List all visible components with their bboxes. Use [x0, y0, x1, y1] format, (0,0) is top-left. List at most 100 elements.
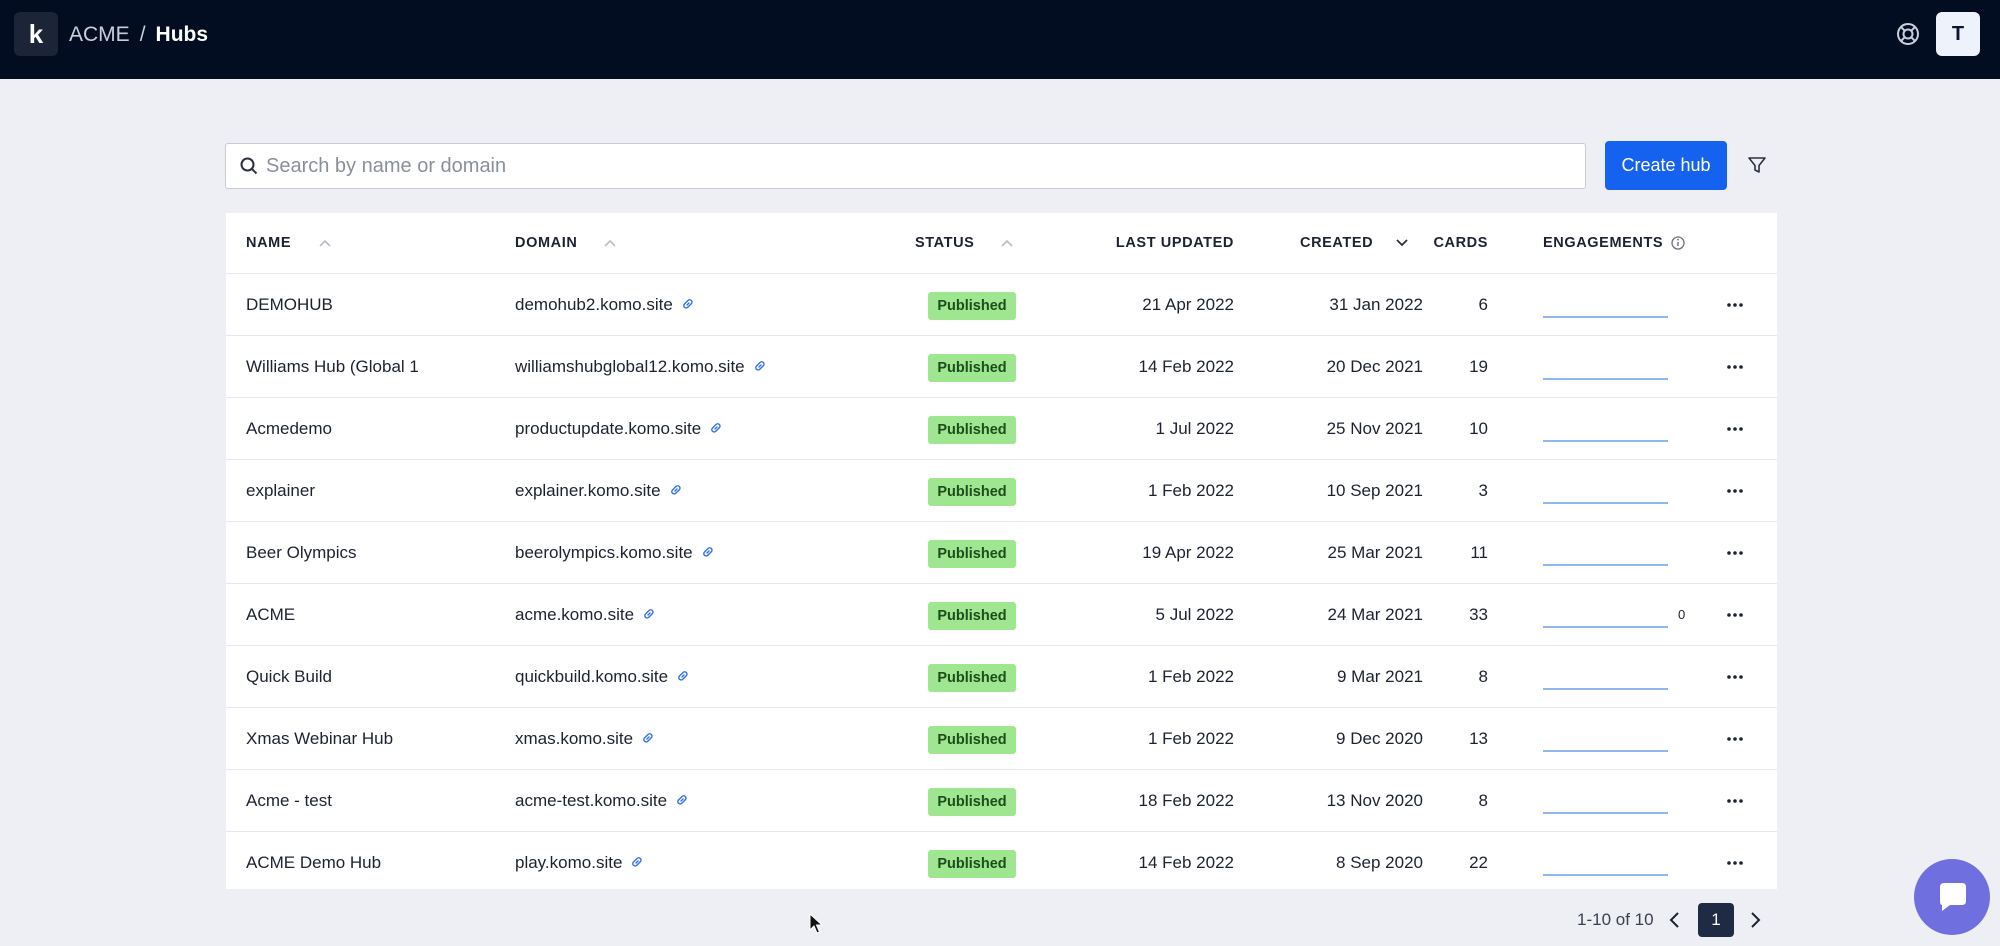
external-link-icon[interactable]: [674, 792, 690, 808]
breadcrumb-org-link[interactable]: ACME: [69, 23, 130, 46]
search-icon: [240, 157, 258, 175]
table-row[interactable]: Acmedemo productupdate.komo.site Publish…: [226, 397, 1777, 459]
status-cell: Published: [928, 336, 1016, 398]
hub-domain-text[interactable]: williamshubglobal12.komo.site: [515, 357, 745, 376]
hub-domain-text[interactable]: explainer.komo.site: [515, 481, 661, 500]
column-header-status[interactable]: STATUS: [915, 213, 974, 273]
table-row[interactable]: Williams Hub (Global 1 williamshubglobal…: [226, 335, 1777, 397]
last-updated: 1 Jul 2022: [1155, 419, 1234, 438]
sort-up-icon[interactable]: [317, 213, 333, 273]
more-options-icon[interactable]: [1718, 460, 1752, 522]
hub-domain[interactable]: explainer.komo.site: [515, 460, 684, 522]
chevron-left-icon[interactable]: [1666, 911, 1684, 929]
search-input[interactable]: [266, 144, 1566, 188]
hub-domain-text[interactable]: demohub2.komo.site: [515, 295, 673, 314]
chevron-right-icon[interactable]: [1746, 911, 1764, 929]
column-header-domain[interactable]: DOMAIN: [515, 213, 577, 273]
chat-widget-button[interactable]: [1914, 859, 1990, 935]
mouse-cursor-icon: [809, 913, 823, 934]
hub-domain[interactable]: beerolympics.komo.site: [515, 522, 716, 584]
status-badge: Published: [928, 664, 1016, 692]
created-date: 25 Mar 2021: [1327, 543, 1423, 562]
hub-name[interactable]: ACME Demo Hub: [246, 832, 381, 894]
page-button-current[interactable]: 1: [1698, 903, 1734, 937]
table-row[interactable]: Acme - test acme-test.komo.site Publishe…: [226, 769, 1777, 831]
external-link-icon[interactable]: [668, 482, 684, 498]
external-link-icon[interactable]: [708, 420, 724, 436]
table-row[interactable]: Beer Olympics beerolympics.komo.site Pub…: [226, 521, 1777, 583]
hub-name[interactable]: Williams Hub (Global 1: [246, 336, 419, 398]
search-box[interactable]: [225, 143, 1586, 189]
hub-domain[interactable]: demohub2.komo.site: [515, 274, 696, 336]
more-options-icon[interactable]: [1718, 398, 1752, 460]
hub-name[interactable]: ACME: [246, 584, 295, 646]
hub-name[interactable]: Xmas Webinar Hub: [246, 708, 393, 770]
column-header-created[interactable]: CREATED: [1300, 213, 1373, 273]
created-date: 9 Dec 2020: [1336, 729, 1423, 748]
hub-domain[interactable]: productupdate.komo.site: [515, 398, 724, 460]
create-hub-button[interactable]: Create hub: [1605, 141, 1727, 190]
hub-name[interactable]: Beer Olympics: [246, 522, 357, 584]
external-link-icon[interactable]: [752, 358, 768, 374]
table-row[interactable]: ACME acme.komo.site Published 5 Jul 2022…: [226, 583, 1777, 645]
table-row[interactable]: Quick Build quickbuild.komo.site Publish…: [226, 645, 1777, 707]
hub-domain-text[interactable]: xmas.komo.site: [515, 729, 633, 748]
sort-up-icon[interactable]: [602, 213, 618, 273]
column-header-name[interactable]: NAME: [246, 213, 291, 273]
column-header-last-updated[interactable]: LAST UPDATED: [1116, 213, 1234, 273]
hub-domain[interactable]: xmas.komo.site: [515, 708, 656, 770]
hub-domain-text[interactable]: play.komo.site: [515, 853, 622, 872]
external-link-icon[interactable]: [640, 730, 656, 746]
hub-domain[interactable]: play.komo.site: [515, 832, 645, 894]
table-row[interactable]: ACME Demo Hub play.komo.site Published 1…: [226, 831, 1777, 893]
last-updated: 5 Jul 2022: [1155, 605, 1234, 624]
hub-domain-text[interactable]: quickbuild.komo.site: [515, 667, 668, 686]
hub-name[interactable]: explainer: [246, 460, 315, 522]
more-options-icon[interactable]: [1718, 646, 1752, 708]
hub-name[interactable]: Quick Build: [246, 646, 332, 708]
hub-domain-text[interactable]: acme-test.komo.site: [515, 791, 667, 810]
help-lifebuoy-icon[interactable]: [1896, 22, 1920, 46]
external-link-icon[interactable]: [629, 854, 645, 870]
table-row[interactable]: explainer explainer.komo.site Published …: [226, 459, 1777, 521]
external-link-icon[interactable]: [641, 606, 657, 622]
hub-name[interactable]: Acme - test: [246, 770, 332, 832]
hub-name[interactable]: Acmedemo: [246, 398, 332, 460]
chat-bubble-icon: [1940, 883, 1966, 911]
created-date: 24 Mar 2021: [1327, 605, 1423, 624]
engagement-sparkline: [1543, 688, 1668, 690]
filter-icon[interactable]: [1747, 155, 1767, 175]
more-options-icon[interactable]: [1718, 584, 1752, 646]
hub-domain-text[interactable]: productupdate.komo.site: [515, 419, 701, 438]
external-link-icon[interactable]: [675, 668, 691, 684]
last-updated: 1 Feb 2022: [1147, 667, 1234, 686]
hub-domain[interactable]: quickbuild.komo.site: [515, 646, 691, 708]
hub-domain[interactable]: acme-test.komo.site: [515, 770, 690, 832]
hub-domain-text[interactable]: beerolympics.komo.site: [515, 543, 693, 562]
more-options-icon[interactable]: [1718, 522, 1752, 584]
status-cell: Published: [928, 770, 1016, 832]
hub-domain[interactable]: acme.komo.site: [515, 584, 657, 646]
external-link-icon[interactable]: [680, 296, 696, 312]
column-header-cards[interactable]: CARDS: [1433, 213, 1488, 273]
external-link-icon[interactable]: [700, 544, 716, 560]
table-row[interactable]: DEMOHUB demohub2.komo.site Published 21 …: [226, 273, 1777, 335]
sort-up-icon[interactable]: [999, 213, 1015, 273]
info-icon[interactable]: [1670, 213, 1686, 273]
hub-name[interactable]: DEMOHUB: [246, 274, 333, 336]
komo-logo[interactable]: k: [14, 12, 58, 56]
more-options-icon[interactable]: [1718, 274, 1752, 336]
table-row[interactable]: Xmas Webinar Hub xmas.komo.site Publishe…: [226, 707, 1777, 769]
cards-count: 8: [1478, 791, 1488, 810]
cards-count: 10: [1469, 419, 1488, 438]
breadcrumb-current: Hubs: [155, 23, 209, 46]
user-avatar[interactable]: T: [1936, 12, 1980, 56]
sort-down-icon[interactable]: [1394, 213, 1410, 273]
more-options-icon[interactable]: [1718, 336, 1752, 398]
hub-domain[interactable]: williamshubglobal12.komo.site: [515, 336, 768, 398]
more-options-icon[interactable]: [1718, 708, 1752, 770]
hub-domain-text[interactable]: acme.komo.site: [515, 605, 634, 624]
engagement-sparkline: [1543, 874, 1668, 876]
more-options-icon[interactable]: [1718, 770, 1752, 832]
more-options-icon[interactable]: [1718, 832, 1752, 894]
